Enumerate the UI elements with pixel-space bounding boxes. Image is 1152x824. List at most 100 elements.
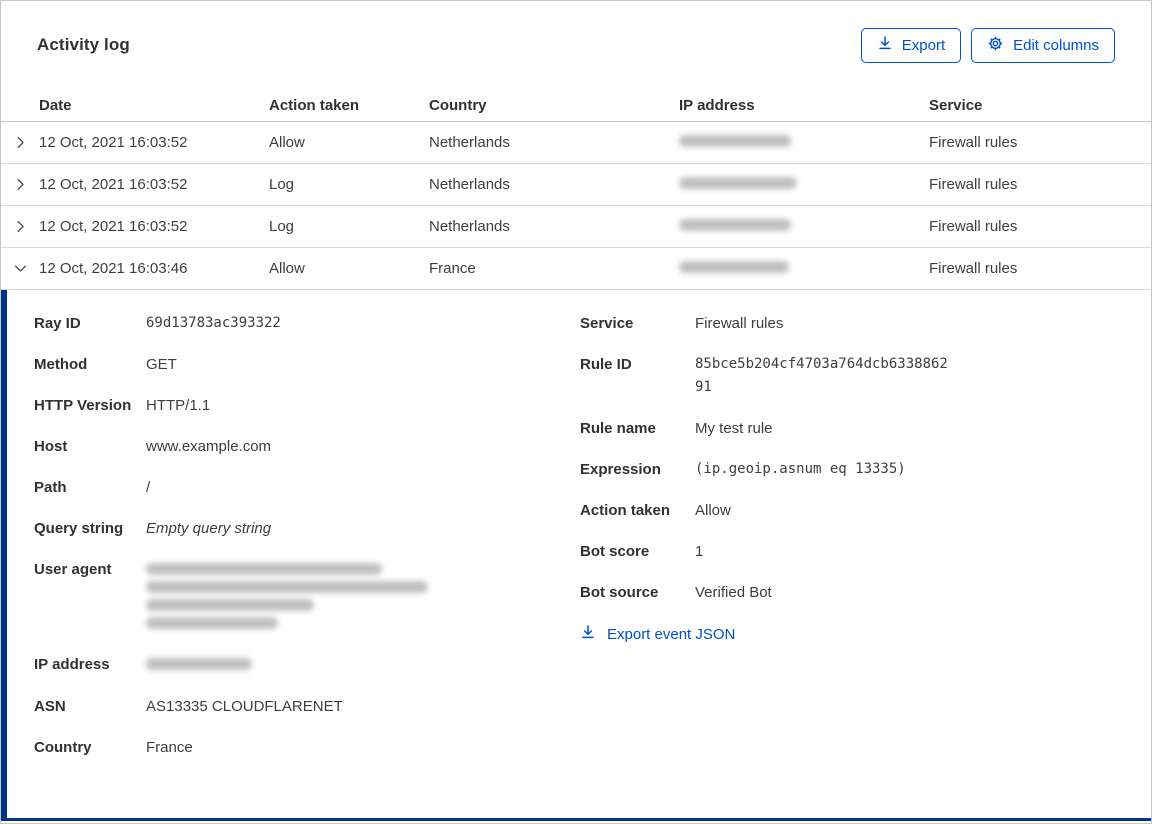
field-method: Method GET (34, 353, 554, 376)
cell-country: Netherlands (429, 134, 510, 151)
field-value: 85bce5b204cf4703a764dcb633886291 (695, 356, 948, 395)
field-action-taken: Action taken Allow (580, 499, 1121, 522)
field-label: Rule ID (580, 356, 632, 373)
download-icon (580, 624, 596, 644)
field-value: / (146, 479, 151, 496)
header-actions: Export Edit columns (860, 27, 1115, 63)
field-label: Country (34, 739, 92, 756)
table-row[interactable]: 12 Oct, 2021 16:03:52 Log Netherlands Fi… (1, 206, 1151, 248)
field-label: IP address (34, 656, 110, 673)
cell-service: Firewall rules (929, 260, 1018, 277)
field-query-string: Query string Empty query string (34, 517, 554, 540)
cell-date: 12 Oct, 2021 16:03:52 (39, 176, 188, 193)
cell-service: Firewall rules (929, 176, 1018, 193)
field-value: Verified Bot (695, 584, 772, 601)
header: Activity log Export Edit columns (1, 1, 1151, 89)
field-label: Method (34, 356, 88, 373)
field-value-redacted (146, 558, 428, 635)
detail-left-column: Ray ID 69d13783ac393322 Method GET HTTP … (34, 312, 554, 818)
field-label: Path (34, 479, 67, 496)
field-value: 1 (695, 543, 704, 560)
field-country: Country France (34, 736, 554, 759)
export-event-json-label: Export event JSON (607, 625, 736, 643)
field-bot-source: Bot source Verified Bot (580, 581, 1121, 604)
cell-date: 12 Oct, 2021 16:03:46 (39, 260, 188, 277)
field-value: My test rule (695, 420, 773, 437)
event-detail-panel: Ray ID 69d13783ac393322 Method GET HTTP … (1, 290, 1151, 818)
field-user-agent: User agent (34, 558, 554, 635)
field-host: Host www.example.com (34, 435, 554, 458)
cell-country: Netherlands (429, 176, 510, 193)
edit-columns-button-label: Edit columns (1013, 36, 1099, 54)
download-icon (877, 35, 893, 55)
field-http-version: HTTP Version HTTP/1.1 (34, 394, 554, 417)
cell-action: Log (269, 176, 295, 193)
export-event-json-link[interactable]: Export event JSON (580, 624, 735, 644)
field-label: ASN (34, 698, 66, 715)
column-header-action: Action taken (269, 96, 360, 114)
field-label: Rule name (580, 420, 656, 437)
field-value-redacted (146, 653, 252, 677)
detail-right-column: Service Firewall rules Rule ID 85bce5b20… (580, 312, 1121, 818)
cell-ip-redacted (679, 134, 929, 151)
field-rule-id: Rule ID 85bce5b204cf4703a764dcb633886291 (580, 353, 1121, 399)
chevron-down-icon[interactable] (1, 261, 39, 276)
cell-service: Firewall rules (929, 134, 1018, 151)
field-asn: ASN AS13335 CLOUDFLARENET (34, 695, 554, 718)
cell-action: Allow (269, 260, 305, 277)
chevron-right-icon[interactable] (1, 135, 39, 150)
field-value: www.example.com (146, 438, 272, 455)
field-service: Service Firewall rules (580, 312, 1121, 335)
field-label: Host (34, 438, 68, 455)
table-row-expanded[interactable]: 12 Oct, 2021 16:03:46 Allow France Firew… (1, 248, 1151, 290)
activity-log-panel: Activity log Export Edit columns Date Ac… (0, 0, 1152, 824)
field-ray-id: Ray ID 69d13783ac393322 (34, 312, 554, 335)
field-bot-score: Bot score 1 (580, 540, 1121, 563)
field-value: France (146, 739, 193, 756)
gear-icon (987, 35, 1004, 56)
cell-action: Log (269, 218, 295, 235)
field-label: Service (580, 315, 634, 332)
field-label: Bot source (580, 584, 659, 601)
cell-country: Netherlands (429, 218, 510, 235)
field-label: User agent (34, 561, 112, 578)
export-button[interactable]: Export (860, 27, 962, 63)
column-header-service: Service (929, 96, 983, 114)
page-title: Activity log (37, 35, 130, 54)
column-header-date: Date (39, 96, 72, 114)
cell-service: Firewall rules (929, 218, 1018, 235)
cell-date: 12 Oct, 2021 16:03:52 (39, 134, 188, 151)
export-button-label: Export (901, 36, 946, 54)
field-label: Query string (34, 520, 124, 537)
bottom-accent-bar (1, 818, 1151, 821)
field-expression: Expression (ip.geoip.asnum eq 13335) (580, 458, 1121, 481)
edit-columns-button[interactable]: Edit columns (971, 27, 1115, 63)
field-ip-address: IP address (34, 653, 554, 677)
cell-country: France (429, 260, 476, 277)
cell-ip-redacted (679, 176, 929, 193)
cell-ip-redacted (679, 260, 929, 277)
chevron-right-icon[interactable] (1, 177, 39, 192)
field-label: HTTP Version (34, 397, 132, 414)
field-label: Bot score (580, 543, 650, 560)
table-row[interactable]: 12 Oct, 2021 16:03:52 Log Netherlands Fi… (1, 164, 1151, 206)
chevron-right-icon[interactable] (1, 219, 39, 234)
field-value: HTTP/1.1 (146, 397, 211, 414)
field-rule-name: Rule name My test rule (580, 417, 1121, 440)
field-label: Expression (580, 461, 661, 478)
field-label: Action taken (580, 502, 671, 519)
field-value: Firewall rules (695, 315, 784, 332)
field-label: Ray ID (34, 315, 81, 332)
field-value: 69d13783ac393322 (146, 315, 281, 331)
field-value: Allow (695, 502, 731, 519)
column-header-ip: IP address (679, 96, 755, 114)
table-row[interactable]: 12 Oct, 2021 16:03:52 Allow Netherlands … (1, 122, 1151, 164)
cell-ip-redacted (679, 218, 929, 235)
column-header-country: Country (429, 96, 487, 114)
field-value: Empty query string (146, 520, 272, 537)
field-value: GET (146, 356, 177, 373)
cell-action: Allow (269, 134, 305, 151)
field-path: Path / (34, 476, 554, 499)
table-header: Date Action taken Country IP address Ser… (1, 89, 1151, 122)
field-value: AS13335 CLOUDFLARENET (146, 698, 343, 715)
